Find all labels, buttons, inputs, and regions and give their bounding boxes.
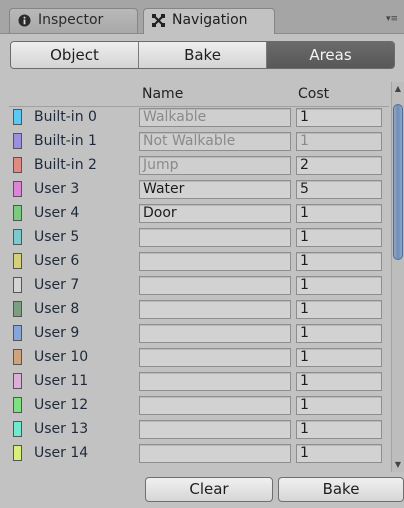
- area-name-field[interactable]: Water: [139, 180, 291, 199]
- areas-table: Name Cost Built-in 0 Walkable 1 Built-in 1 N…: [9, 82, 389, 472]
- area-cost-field[interactable]: 1: [296, 108, 382, 127]
- area-label: User 9: [34, 325, 80, 341]
- table-row: User 8 1: [9, 298, 389, 322]
- area-color-swatch[interactable]: [13, 421, 22, 437]
- area-cost-field[interactable]: 1: [296, 276, 382, 295]
- area-color-swatch[interactable]: [13, 181, 22, 197]
- mode-toolbar: Object Bake Areas: [10, 41, 395, 69]
- area-name-field[interactable]: [139, 228, 291, 247]
- table-row: User 13 1: [9, 418, 389, 442]
- table-row: User 9 1: [9, 322, 389, 346]
- area-name-field[interactable]: Door: [139, 204, 291, 223]
- column-name-header: Name: [142, 86, 184, 102]
- scrollbar-thumb[interactable]: [393, 104, 403, 260]
- area-label: Built-in 2: [34, 157, 97, 173]
- area-label: User 12: [34, 397, 89, 413]
- area-color-swatch[interactable]: [13, 157, 22, 173]
- tab-inspector[interactable]: Inspector: [9, 8, 138, 33]
- table-row: User 11 1: [9, 370, 389, 394]
- table-row: User 4 Door 1: [9, 202, 389, 226]
- tab-navigation-label: Navigation: [172, 12, 248, 28]
- area-label: User 4: [34, 205, 80, 221]
- area-label: User 11: [34, 373, 89, 389]
- area-label: User 8: [34, 301, 80, 317]
- table-row: User 12 1: [9, 394, 389, 418]
- table-row: User 10 1: [9, 346, 389, 370]
- area-label: Built-in 1: [34, 133, 97, 149]
- table-row: User 7 1: [9, 274, 389, 298]
- area-color-swatch[interactable]: [13, 397, 22, 413]
- area-name-field: Walkable: [139, 108, 291, 127]
- area-name-field[interactable]: [139, 252, 291, 271]
- tab-inspector-label: Inspector: [38, 12, 104, 28]
- area-name-field: Not Walkable: [139, 132, 291, 151]
- table-row: Built-in 0 Walkable 1: [9, 106, 389, 130]
- area-cost-field[interactable]: 1: [296, 444, 382, 463]
- area-name-field[interactable]: [139, 444, 291, 463]
- area-label: User 6: [34, 253, 80, 269]
- table-row: User 14 1: [9, 442, 389, 466]
- info-icon: [18, 14, 31, 27]
- area-cost-field[interactable]: 1: [296, 300, 382, 319]
- area-cost-field[interactable]: 1: [296, 372, 382, 391]
- clear-button[interactable]: Clear: [145, 477, 273, 502]
- area-color-swatch[interactable]: [13, 325, 22, 341]
- area-name-field[interactable]: [139, 300, 291, 319]
- area-color-swatch[interactable]: [13, 133, 22, 149]
- area-color-swatch[interactable]: [13, 253, 22, 269]
- area-name-field[interactable]: [139, 420, 291, 439]
- area-name-field[interactable]: [139, 348, 291, 367]
- area-cost-field[interactable]: 1: [296, 252, 382, 271]
- area-label: User 5: [34, 229, 80, 245]
- table-header: Name Cost: [9, 82, 389, 107]
- tab-menu-icon[interactable]: ▾≡: [384, 14, 398, 24]
- tab-strip: Inspector Navigation ▾≡: [0, 0, 404, 34]
- area-label: User 7: [34, 277, 80, 293]
- area-label: Built-in 0: [34, 109, 97, 125]
- area-cost-field[interactable]: 1: [296, 228, 382, 247]
- area-cost-field[interactable]: 1: [296, 420, 382, 439]
- area-cost-field[interactable]: 5: [296, 180, 382, 199]
- area-cost-field[interactable]: 1: [296, 204, 382, 223]
- area-label: User 3: [34, 181, 80, 197]
- area-name-field[interactable]: [139, 372, 291, 391]
- table-row: User 6 1: [9, 250, 389, 274]
- area-cost-field[interactable]: 1: [296, 324, 382, 343]
- area-color-swatch[interactable]: [13, 349, 22, 365]
- area-cost-field: 1: [296, 132, 382, 151]
- area-cost-field[interactable]: 1: [296, 348, 382, 367]
- area-name-field[interactable]: [139, 396, 291, 415]
- area-color-swatch[interactable]: [13, 277, 22, 293]
- bake-button[interactable]: Bake: [278, 477, 404, 502]
- table-row: Built-in 2 Jump 2: [9, 154, 389, 178]
- table-row: User 3 Water 5: [9, 178, 389, 202]
- area-name-field[interactable]: [139, 324, 291, 343]
- navigation-icon: [152, 14, 165, 27]
- area-label: User 13: [34, 421, 89, 437]
- area-name-field[interactable]: [139, 276, 291, 295]
- area-color-swatch[interactable]: [13, 229, 22, 245]
- area-name-field: Jump: [139, 156, 291, 175]
- area-label: User 10: [34, 349, 89, 365]
- area-cost-field[interactable]: 2: [296, 156, 382, 175]
- scroll-up-arrow-icon[interactable]: ▲: [392, 82, 404, 96]
- scroll-down-arrow-icon[interactable]: ▼: [392, 458, 404, 472]
- area-color-swatch[interactable]: [13, 205, 22, 221]
- area-color-swatch[interactable]: [13, 301, 22, 317]
- area-color-swatch[interactable]: [13, 373, 22, 389]
- table-row: Built-in 1 Not Walkable 1: [9, 130, 389, 154]
- segment-areas[interactable]: Areas: [267, 42, 394, 68]
- area-label: User 14: [34, 445, 89, 461]
- column-cost-header: Cost: [298, 86, 330, 102]
- table-row: User 5 1: [9, 226, 389, 250]
- segment-bake[interactable]: Bake: [139, 42, 267, 68]
- area-color-swatch[interactable]: [13, 445, 22, 461]
- tab-navigation[interactable]: Navigation: [143, 8, 275, 34]
- area-color-swatch[interactable]: [13, 109, 22, 125]
- vertical-scrollbar[interactable]: ▲ ▼: [391, 82, 404, 472]
- area-cost-field[interactable]: 1: [296, 396, 382, 415]
- segment-object[interactable]: Object: [11, 42, 139, 68]
